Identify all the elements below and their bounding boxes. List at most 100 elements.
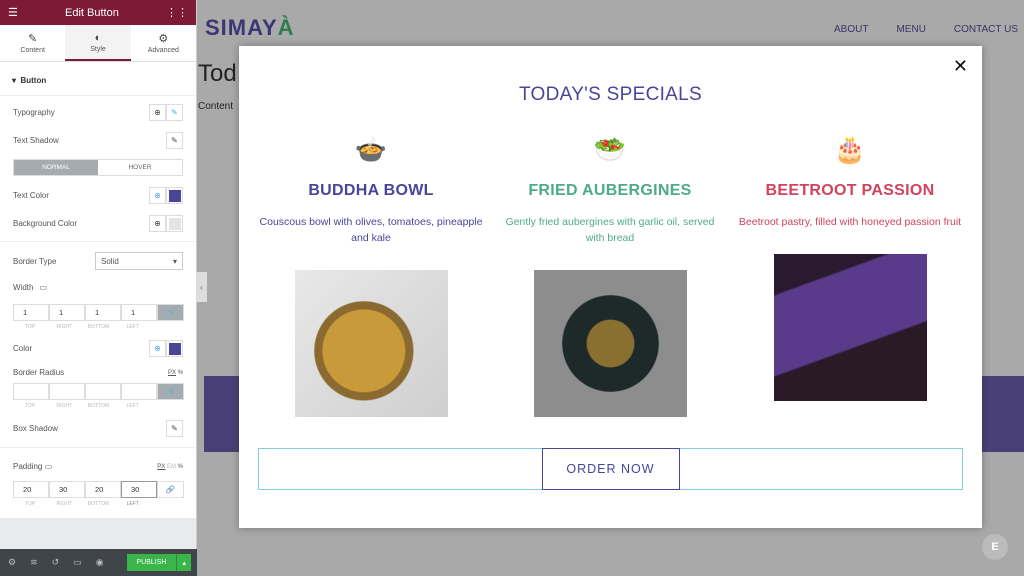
- hamburger-icon[interactable]: ☰: [8, 6, 18, 19]
- elementor-icon[interactable]: E: [982, 534, 1008, 560]
- responsive-icon[interactable]: ▭: [73, 557, 82, 568]
- logo[interactable]: SIMAYÀ: [205, 15, 295, 41]
- radius-left[interactable]: [121, 383, 157, 400]
- item-name: BUDDHA BOWL: [308, 182, 434, 199]
- tab-content[interactable]: ✎ Content: [0, 25, 65, 61]
- history-icon[interactable]: ↺: [52, 557, 60, 568]
- padding-right[interactable]: 30: [49, 481, 85, 498]
- dim-label: RIGHT: [56, 403, 73, 409]
- width-bottom[interactable]: 1: [85, 304, 121, 321]
- publish-button[interactable]: PUBLISH: [126, 554, 177, 571]
- padding-bottom[interactable]: 20: [85, 481, 121, 498]
- edit-icon[interactable]: ✎: [166, 420, 183, 437]
- globe-icon[interactable]: ⊕: [149, 187, 166, 204]
- dim-label: TOP: [25, 501, 36, 507]
- normal-tab[interactable]: NORMAL: [14, 160, 98, 175]
- order-container: ORDER NOW: [258, 448, 963, 490]
- special-item: 🎂 BEETROOT PASSION Beetroot pastry, fill…: [735, 134, 965, 401]
- popup-modal: ✕ TODAY'S SPECIALS 🍲 BUDDHA BOWL Couscou…: [239, 46, 982, 528]
- order-now-button[interactable]: ORDER NOW: [541, 448, 680, 490]
- dim-label: BOTTOM: [87, 501, 110, 507]
- dim-label: TOP: [25, 403, 36, 409]
- item-desc: Couscous bowl with olives, tomatoes, pin…: [259, 216, 483, 244]
- nav-contact[interactable]: CONTACT US: [954, 24, 1018, 35]
- unit-percent[interactable]: %: [178, 464, 183, 470]
- text-color-swatch[interactable]: [166, 187, 183, 204]
- cake-icon: 🎂: [833, 134, 867, 164]
- edit-icon[interactable]: ✎: [166, 132, 183, 149]
- unit-percent[interactable]: %: [178, 370, 183, 376]
- tab-label: Style: [90, 46, 106, 53]
- dim-label: BOTTOM: [87, 324, 110, 330]
- radius-right[interactable]: [49, 383, 85, 400]
- item-name: BEETROOT PASSION: [765, 182, 935, 199]
- beetroot-photo: [773, 254, 927, 401]
- width-label: Width: [13, 283, 34, 292]
- settings-icon[interactable]: ⚙: [8, 557, 16, 568]
- bowl-icon: 🍲: [354, 134, 388, 164]
- item-desc: Beetroot pastry, filled with honeyed pas…: [738, 216, 962, 228]
- border-radius-label: Border Radius: [13, 368, 65, 377]
- nav-about[interactable]: ABOUT: [834, 24, 868, 35]
- close-icon[interactable]: ✕: [953, 56, 968, 77]
- salad-icon: 🥗: [593, 134, 627, 164]
- radius-top[interactable]: [13, 383, 49, 400]
- contrast-icon: ◐: [94, 32, 102, 44]
- grid-icon[interactable]: ⋮⋮: [166, 6, 188, 19]
- select-value: Solid: [101, 256, 119, 266]
- dim-label: RIGHT: [56, 324, 73, 330]
- border-type-select[interactable]: Solid ▾: [95, 252, 183, 270]
- aubergine-photo: [533, 270, 687, 417]
- desktop-icon: ▭: [39, 283, 48, 292]
- edit-icon[interactable]: ✎: [166, 104, 183, 121]
- padding-left[interactable]: 30: [121, 481, 157, 498]
- nav-menu[interactable]: MENU: [896, 24, 925, 35]
- preview-icon[interactable]: ◉: [96, 557, 104, 568]
- box-shadow-label: Box Shadow: [13, 424, 58, 433]
- item-name: FRIED AUBERGINES: [528, 182, 692, 199]
- link-icon[interactable]: 🔗: [157, 481, 184, 498]
- unit-px[interactable]: PX: [168, 370, 176, 376]
- section-button[interactable]: ▾ Button: [0, 66, 196, 96]
- dim-label: RIGHT: [56, 501, 73, 507]
- text-color-label: Text Color: [13, 191, 50, 200]
- unit-em[interactable]: EM: [167, 464, 176, 470]
- special-item: 🥗 FRIED AUBERGINES Gently fried aubergin…: [495, 134, 725, 417]
- chevron-down-icon: ▾: [172, 256, 177, 266]
- color-label: Color: [13, 344, 33, 353]
- unit-px[interactable]: PX: [157, 464, 165, 470]
- globe-icon[interactable]: ⊕: [149, 340, 166, 357]
- special-item: 🍲 BUDDHA BOWL Couscous bowl with olives,…: [256, 134, 486, 417]
- publish-options-button[interactable]: ▴: [176, 554, 191, 571]
- tab-advanced[interactable]: ⚙ Advanced: [131, 25, 196, 61]
- layers-icon[interactable]: ≋: [30, 557, 38, 568]
- item-desc: Gently fried aubergines with garlic oil,…: [505, 216, 715, 244]
- width-left[interactable]: 1: [121, 304, 157, 321]
- bg-color-swatch[interactable]: [166, 215, 183, 232]
- collapse-panel-handle[interactable]: ‹: [196, 272, 207, 302]
- width-right[interactable]: 1: [49, 304, 85, 321]
- border-color-swatch[interactable]: [166, 340, 183, 357]
- buddha-bowl-photo: [294, 270, 448, 417]
- dim-label: BOTTOM: [87, 403, 110, 409]
- panel-header: ☰ Edit Button ⋮⋮: [0, 0, 196, 25]
- bg-text: Content: [198, 101, 234, 112]
- panel-footer: ⚙ ≋ ↺ ▭ ◉ PUBLISH ▴: [0, 549, 197, 576]
- tab-label: Advanced: [147, 47, 179, 54]
- width-top[interactable]: 1: [13, 304, 49, 321]
- dim-label: TOP: [25, 324, 36, 330]
- dim-label: LEFT: [126, 501, 139, 507]
- globe-icon[interactable]: ⊕: [149, 215, 166, 232]
- bg-color-label: Background Color: [13, 219, 78, 228]
- link-icon[interactable]: 🔗: [157, 383, 184, 400]
- link-icon[interactable]: 🔗: [157, 304, 184, 321]
- padding-top[interactable]: 20: [13, 481, 49, 498]
- gear-icon: ⚙: [158, 33, 169, 45]
- globe-icon[interactable]: ⊕: [149, 104, 166, 121]
- radius-bottom[interactable]: [85, 383, 121, 400]
- tab-style[interactable]: ◐ Style: [65, 25, 131, 61]
- editor-panel: ☰ Edit Button ⋮⋮ ✎ Content ◐ Style ⚙ Advanc…: [0, 0, 197, 576]
- hover-tab[interactable]: HOVER: [98, 160, 182, 175]
- text-shadow-label: Text Shadow: [13, 136, 59, 145]
- bg-heading: Tod: [198, 60, 237, 87]
